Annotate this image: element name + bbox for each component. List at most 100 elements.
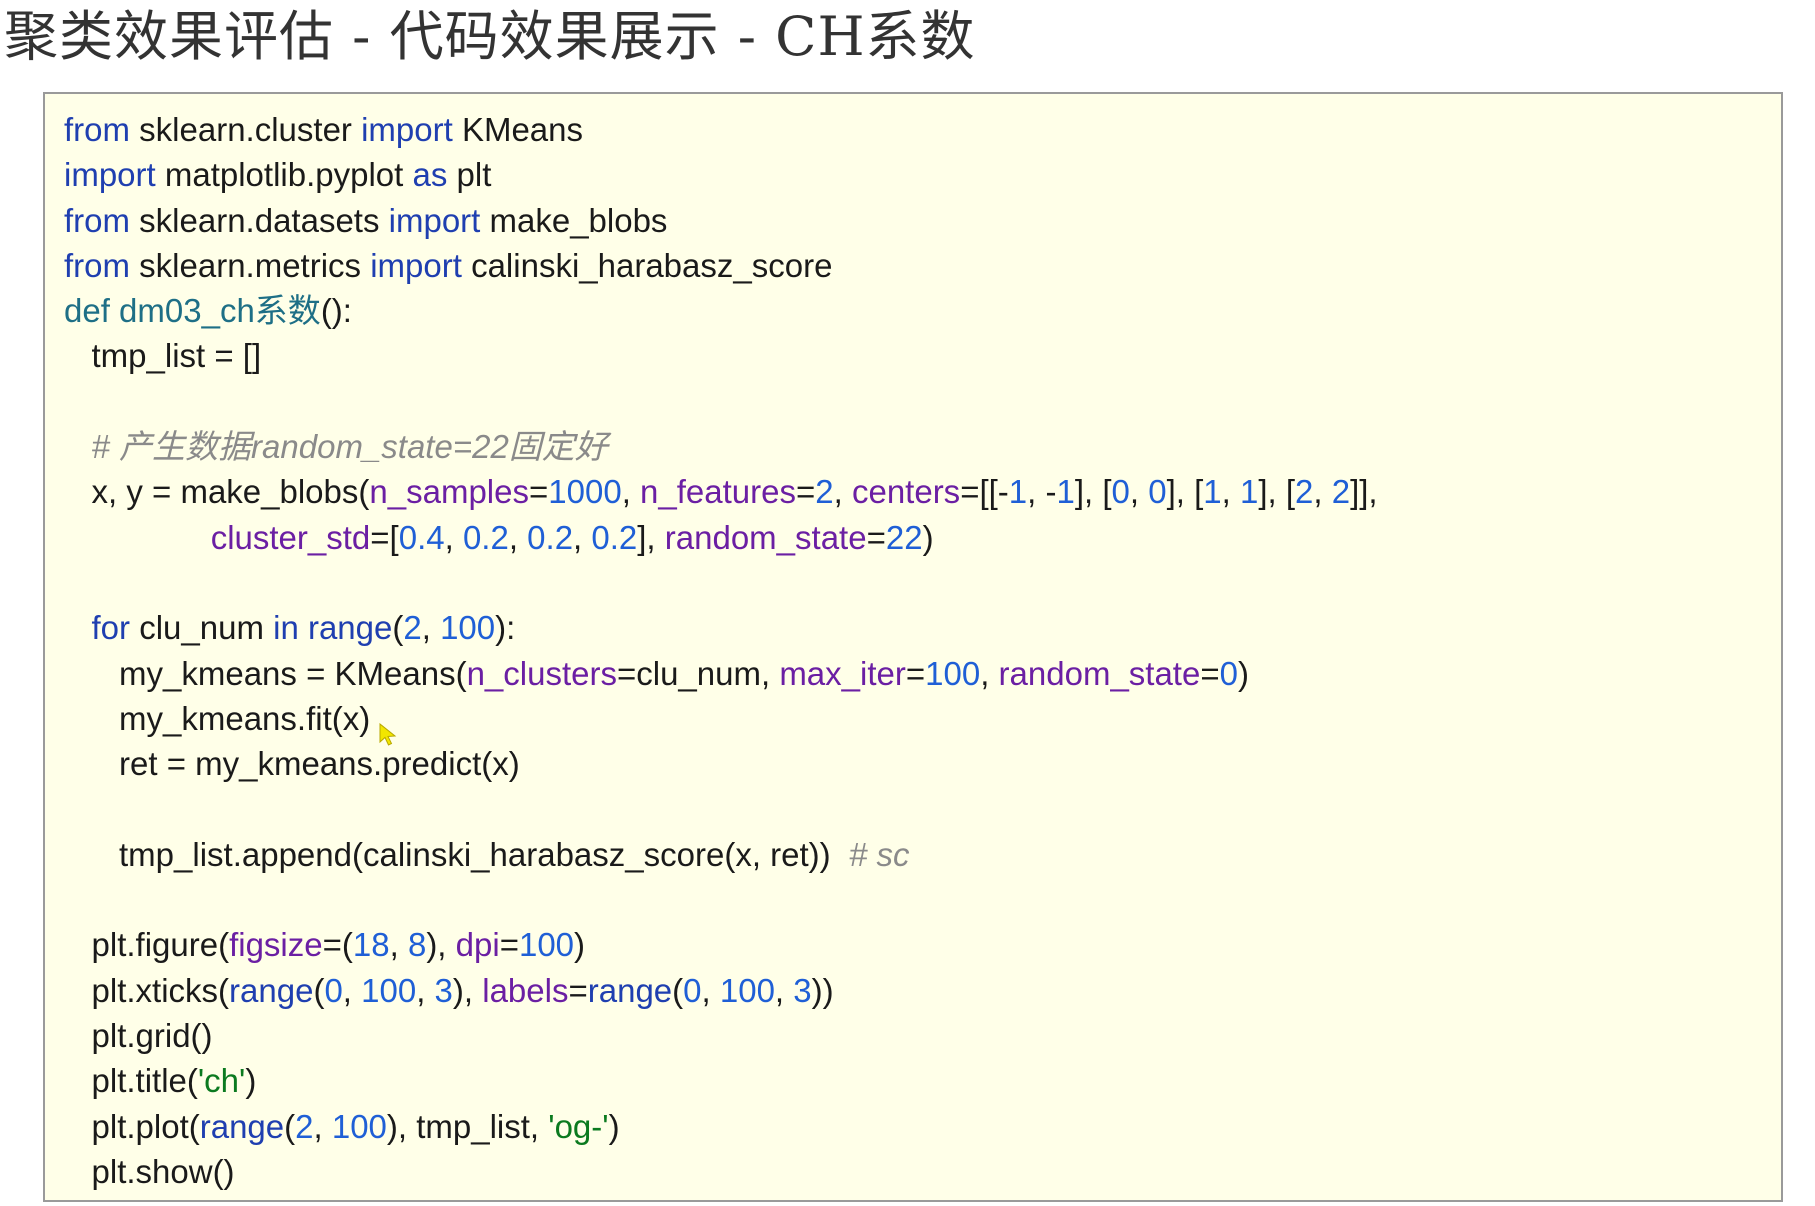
code-token-plain: , — [980, 654, 999, 692]
code-token-plain: plt — [447, 156, 492, 194]
code-token-num: 2 — [1295, 473, 1314, 511]
code-line: def dm03_ch系数(): — [64, 288, 1781, 333]
code-token-param: n_features — [640, 473, 796, 511]
code-token-num: 0 — [683, 971, 702, 1009]
code-token-num: 1 — [1056, 473, 1075, 511]
code-token-plain: ) — [1237, 654, 1249, 692]
code-line: from sklearn.cluster import KMeans — [64, 107, 1781, 152]
code-token-plain: ), tmp_list, — [386, 1107, 549, 1145]
code-token-plain: = — [1200, 654, 1220, 692]
code-token-kw: in — [273, 609, 299, 647]
code-token-plain: my_kmeans = KMeans( — [64, 654, 467, 692]
code-token-param: centers — [851, 473, 961, 511]
code-token-param: max_iter — [779, 654, 906, 692]
code-token-builtin: range — [229, 971, 314, 1009]
code-token-param: labels — [482, 971, 569, 1009]
code-token-plain: tmp_list = [] — [64, 337, 262, 375]
code-token-plain: KMeans — [452, 111, 584, 148]
code-token-plain: = — [795, 473, 816, 511]
code-token-num: 100 — [518, 926, 575, 964]
code-token-num: 2 — [1331, 473, 1351, 511]
code-token-num: 22 — [885, 518, 923, 556]
code-token-num: 2 — [403, 609, 422, 647]
code-token-plain: matplotlib.pyplot — [155, 156, 413, 194]
code-block: from sklearn.cluster import KMeans import… — [43, 92, 1783, 1202]
code-token-param: dpi — [455, 926, 500, 964]
code-token-builtin: range — [199, 1107, 285, 1145]
code-line: ret = my_kmeans.predict(x) — [64, 741, 1781, 786]
code-token-plain: =[ — [370, 518, 399, 556]
code-token-plain: , — [389, 926, 408, 964]
code-token-plain: = — [866, 518, 886, 556]
code-token-num: 0 — [1111, 473, 1130, 511]
code-token-num: 0 — [1219, 654, 1238, 692]
code-token-num: 100 — [925, 654, 981, 692]
code-token-param: cluster_std — [210, 518, 371, 556]
code-token-def: def — [64, 292, 110, 330]
code-token-num: 3 — [434, 971, 453, 1009]
code-token-plain: = — [499, 926, 519, 964]
code-token-plain: my_kmeans.fit(x) — [64, 699, 371, 737]
code-token-kw: import — [64, 156, 156, 194]
code-token-plain: ): — [495, 609, 516, 647]
code-token-num: 0 — [324, 971, 343, 1009]
code-token-builtin: range — [307, 609, 393, 647]
code-token-plain: clu_num — [130, 609, 274, 647]
code-token-fn: dm03_ch系数 — [119, 292, 321, 330]
code-token-plain: make_blobs — [480, 201, 668, 239]
code-token-plain: , — [508, 518, 528, 556]
code-token-param: n_samples — [369, 473, 529, 511]
code-token-kw: from — [64, 246, 130, 284]
code-token-kw: from — [64, 201, 130, 239]
code-token-num: 100 — [361, 971, 417, 1009]
code-line: # 产生数据random_state=22固定好 — [64, 424, 1781, 469]
code-token-plain: sklearn.cluster — [130, 111, 362, 148]
code-token-num: 0.2 — [462, 518, 509, 556]
code-token-num: 1 — [1239, 473, 1259, 511]
code-token-plain: plt.show() — [64, 1152, 235, 1190]
code-line: plt.show() — [64, 1149, 1781, 1194]
code-line: tmp_list.append(calinski_harabasz_score(… — [64, 832, 1781, 877]
code-token-num: 2 — [295, 1107, 314, 1145]
slide-title: 聚类效果评估 - 代码效果展示 - CH系数 — [4, 5, 976, 68]
code-token-num: 2 — [815, 473, 834, 511]
code-token-plain: , — [342, 971, 362, 1009]
code-token-plain: , — [1221, 473, 1240, 511]
code-token-num: 0.2 — [527, 518, 574, 556]
code-token-num: 100 — [331, 1107, 387, 1145]
code-line: x, y = make_blobs(n_samples=1000, n_feat… — [64, 469, 1781, 514]
code-token-plain: plt.figure( — [64, 926, 230, 964]
code-token-num: 18 — [352, 926, 390, 964]
code-token-plain: sklearn.metrics — [130, 246, 371, 284]
code-token-plain: , — [444, 518, 463, 556]
code-token-plain: tmp_list.append(calinski_harabasz_score(… — [64, 835, 849, 873]
code-token-kw: import — [370, 246, 462, 284]
code-token-plain: ( — [672, 971, 684, 1009]
code-token-plain: ], [ — [1258, 473, 1296, 511]
code-line: plt.xticks(range(0, 100, 3), labels=rang… — [64, 968, 1781, 1013]
code-token-plain: (): — [320, 292, 352, 330]
code-line: import matplotlib.pyplot as plt — [64, 152, 1781, 197]
code-token-plain: x, y = make_blobs( — [64, 473, 370, 511]
code-token-plain: ), — [426, 926, 456, 964]
code-token-plain: )) — [811, 971, 834, 1009]
code-token-num: 100 — [719, 971, 775, 1009]
code-token-plain: ( — [313, 971, 325, 1009]
code-token-comment: # sc — [849, 835, 910, 873]
code-token-plain: , — [701, 971, 720, 1009]
code-token-param: random_state — [664, 518, 867, 556]
code-token-kw: from — [64, 111, 130, 148]
code-token-kw: as — [412, 156, 448, 194]
code-token-num: 100 — [440, 609, 496, 647]
code-token-str: 'ch' — [197, 1062, 246, 1100]
code-token-plain: sklearn.datasets — [130, 201, 389, 239]
code-token-plain: plt.xticks( — [64, 971, 230, 1009]
code-line: from sklearn.datasets import make_blobs — [64, 198, 1781, 243]
